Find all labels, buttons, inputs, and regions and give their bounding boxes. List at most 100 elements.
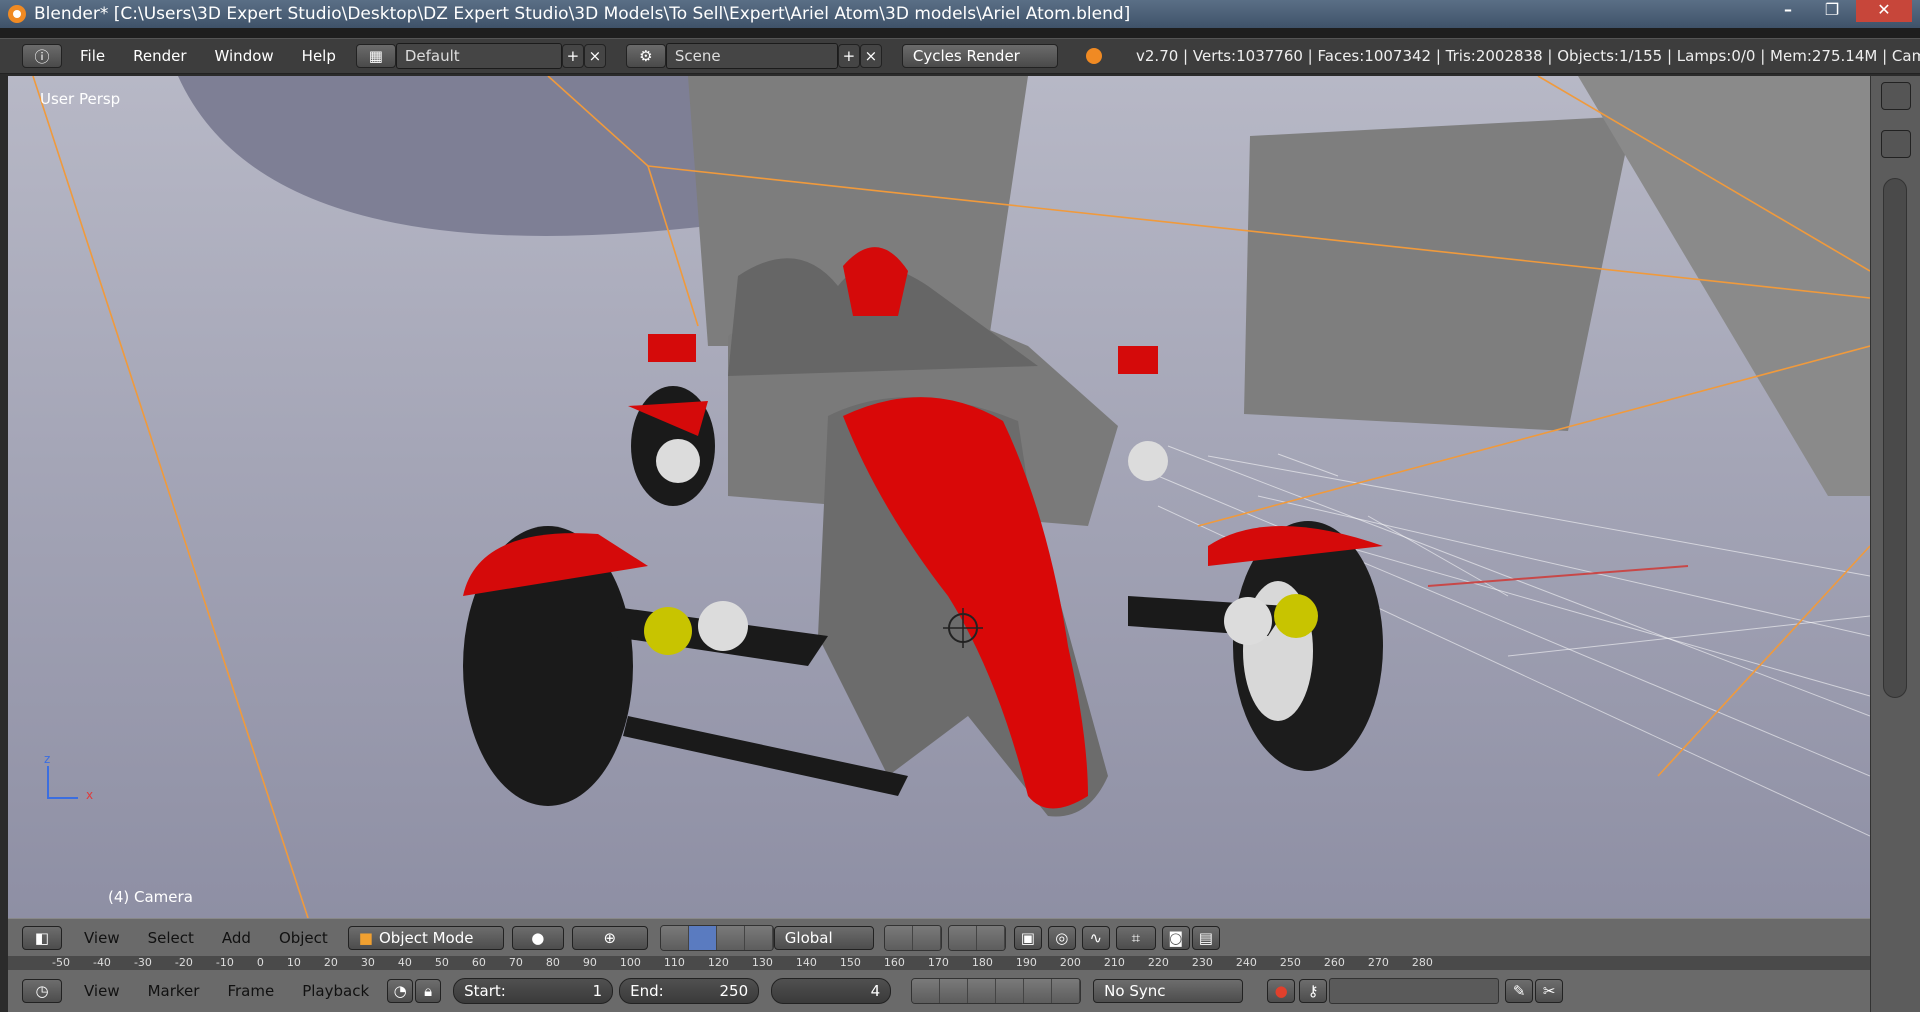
editor-type-3dview-icon[interactable]: ◧: [22, 925, 62, 950]
minimize-button[interactable]: –: [1768, 0, 1808, 22]
sidebar-scrollbar[interactable]: [1883, 178, 1907, 698]
ruler-tick: 180: [971, 956, 993, 969]
info-header: ⓘ File Render Window Help ▦ Default + × …: [0, 38, 1920, 74]
frame-ruler: -50 -40 -30 -20 -10 0 10 20 30 40 50 60 70 80 90 100 110…: [8, 956, 1870, 970]
menu-timeline-view[interactable]: View: [70, 982, 134, 1000]
ruler-tick: -10: [215, 956, 234, 969]
ruler-tick: -40: [92, 956, 111, 969]
ruler-tick: 210: [1103, 956, 1125, 969]
render-image-icon[interactable]: ◙: [1161, 925, 1190, 950]
ruler-tick: 140: [795, 956, 817, 969]
ruler-tick: 280: [1411, 956, 1433, 969]
record-icon[interactable]: ●: [1267, 979, 1296, 1003]
timeline-header: ◷ View Marker Frame Playback ◔ 🔒︎ Start:…: [8, 970, 1870, 1012]
menu-window[interactable]: Window: [201, 47, 288, 65]
scene-render: [8, 76, 1870, 918]
3d-viewport[interactable]: User Persp z x (4) Camera: [8, 76, 1870, 918]
proportional-edit-icon[interactable]: ◎: [1047, 925, 1076, 950]
layer-buttons-2[interactable]: [947, 924, 1006, 951]
ruler-tick: 80: [545, 956, 560, 969]
jump-start-icon[interactable]: [912, 979, 941, 1003]
menu-frame[interactable]: Frame: [213, 982, 288, 1000]
pivot-point-select[interactable]: ⊕: [571, 925, 648, 950]
ruler-tick: 110: [663, 956, 685, 969]
end-value: 250: [719, 982, 749, 1000]
ruler-tick: 10: [286, 956, 301, 969]
ruler-tick: 100: [619, 956, 641, 969]
properties-sidebar[interactable]: [1870, 76, 1920, 1012]
menu-playback[interactable]: Playback: [288, 982, 383, 1000]
object-mode-label: Object Mode: [378, 928, 474, 947]
scene-field[interactable]: Scene: [665, 43, 838, 69]
play-icon[interactable]: [996, 979, 1025, 1003]
start-frame-field[interactable]: Start: 1: [453, 978, 614, 1004]
ruler-tick: 230: [1191, 956, 1213, 969]
jump-keyframe-back-icon[interactable]: [940, 979, 969, 1003]
ruler-tick: 260: [1323, 956, 1345, 969]
delete-keyframe-icon[interactable]: ✂: [1535, 979, 1564, 1003]
current-frame-field[interactable]: 4: [771, 978, 892, 1004]
end-frame-field[interactable]: End: 250: [619, 978, 760, 1004]
sync-mode-select[interactable]: No Sync: [1093, 979, 1244, 1003]
scene-stats: v2.70 | Verts:1037760 | Faces:1007342 | …: [1136, 47, 1920, 65]
preview-range-icon[interactable]: ◔: [387, 979, 414, 1003]
ruler-tick: 190: [1015, 956, 1037, 969]
snap-toggle-icon[interactable]: ∿: [1081, 925, 1110, 950]
menu-marker[interactable]: Marker: [134, 982, 214, 1000]
ruler-tick: -30: [133, 956, 152, 969]
ruler-tick: -50: [52, 956, 70, 969]
maximize-button[interactable]: ❐: [1812, 0, 1852, 22]
viewport-shading-select[interactable]: ●: [511, 925, 564, 950]
insert-keyframe-icon[interactable]: ✎: [1505, 979, 1534, 1003]
blender-logo-icon: [8, 5, 26, 23]
menu-file[interactable]: File: [66, 47, 119, 65]
play-reverse-icon[interactable]: [968, 979, 997, 1003]
layer-lock-icon[interactable]: ▣: [1013, 925, 1042, 950]
ruler-tick: -20: [174, 956, 193, 969]
3d-view-header: ◧ View Select Add Object ■ Object Mode ●…: [8, 918, 1870, 956]
ruler-tick: 90: [582, 956, 597, 969]
menu-select[interactable]: Select: [134, 929, 208, 947]
menu-view[interactable]: View: [70, 929, 134, 947]
remove-scene-button[interactable]: ×: [859, 44, 882, 68]
ruler-tick: 50: [434, 956, 449, 969]
ruler-tick: 0: [256, 956, 264, 969]
menu-add[interactable]: Add: [208, 929, 265, 947]
add-scene-button[interactable]: +: [837, 44, 860, 68]
menu-render[interactable]: Render: [119, 47, 200, 65]
layer-buttons-1[interactable]: [883, 924, 942, 951]
menu-object[interactable]: Object: [265, 929, 342, 947]
ruler-tick: 120: [707, 956, 729, 969]
layout-field[interactable]: Default: [395, 43, 562, 69]
editor-type-info-icon[interactable]: ⓘ: [22, 44, 62, 68]
close-button[interactable]: ✕: [1856, 0, 1912, 22]
lock-icon[interactable]: 🔒︎: [415, 979, 442, 1003]
properties-icon[interactable]: [1881, 130, 1911, 158]
scene-icon[interactable]: ⚙: [625, 44, 666, 68]
current-frame-value: 4: [870, 982, 881, 1000]
render-animation-icon[interactable]: ▤: [1191, 925, 1220, 950]
view-name-label: User Persp: [40, 90, 121, 108]
snap-element-icon[interactable]: ⌗: [1115, 925, 1156, 950]
ruler-tick: 130: [751, 956, 773, 969]
menu-help[interactable]: Help: [288, 47, 350, 65]
jump-end-icon[interactable]: [1052, 979, 1081, 1003]
remove-layout-button[interactable]: ×: [583, 44, 606, 68]
keying-icon[interactable]: ⚷: [1299, 979, 1328, 1003]
add-layout-button[interactable]: +: [561, 44, 584, 68]
ruler-tick: 40: [397, 956, 412, 969]
object-mode-select[interactable]: ■ Object Mode: [347, 925, 504, 950]
jump-keyframe-forward-icon[interactable]: [1024, 979, 1053, 1003]
ruler-tick: 170: [927, 956, 949, 969]
manipulator-buttons[interactable]: [659, 924, 774, 951]
render-engine-select[interactable]: Cycles Render: [901, 44, 1058, 68]
keying-set-field[interactable]: [1329, 978, 1500, 1004]
transform-orientation-select[interactable]: Global: [773, 925, 874, 950]
outliner-icon[interactable]: [1881, 82, 1911, 110]
softbox-panel-right: [1244, 116, 1633, 431]
editor-type-timeline-icon[interactable]: ◷: [22, 979, 62, 1003]
screen-layout-icon[interactable]: ▦: [355, 44, 396, 68]
window-titlebar: Blender* [C:\Users\3D Expert Studio\Desk…: [0, 0, 1920, 28]
playback-controls[interactable]: [911, 978, 1082, 1004]
ruler-tick: 70: [508, 956, 523, 969]
